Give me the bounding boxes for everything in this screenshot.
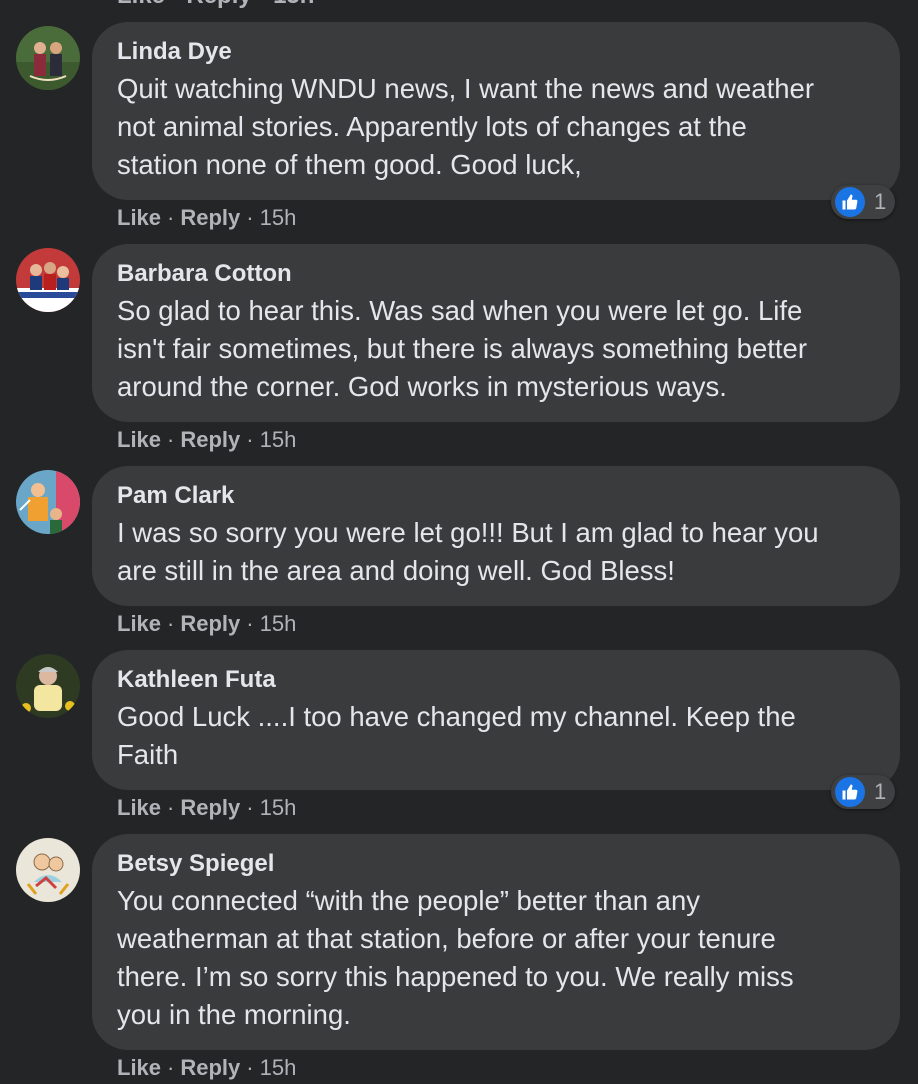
profile-photo xyxy=(16,248,80,312)
reply-link[interactable]: Reply xyxy=(180,611,240,636)
profile-photo xyxy=(16,654,80,718)
comment-bubble: Betsy Spiegel You connected “with the pe… xyxy=(92,834,900,1050)
like-link[interactable]: Like xyxy=(117,205,161,230)
comment-actions: Like · Reply · 15h xyxy=(117,610,296,638)
separator: · xyxy=(246,611,254,636)
comment-actions: Like · Reply · 15h xyxy=(117,794,296,822)
separator: · xyxy=(167,795,175,820)
avatar[interactable] xyxy=(16,26,80,90)
comments-feed: Like · Reply · 15h Linda Dye Quit watchi… xyxy=(0,0,918,1084)
avatar[interactable] xyxy=(16,470,80,534)
comment-bubble: Pam Clark I was so sorry you were let go… xyxy=(92,466,900,606)
reply-link[interactable]: Reply xyxy=(180,205,240,230)
like-link[interactable]: Like xyxy=(117,1055,161,1080)
comment-author[interactable]: Barbara Cotton xyxy=(117,259,876,289)
comment-bubble: Kathleen Futa Good Luck ....I too have c… xyxy=(92,650,900,790)
reply-link[interactable]: Reply xyxy=(180,427,240,452)
comment-text: Good Luck ....I too have changed my chan… xyxy=(117,701,796,770)
thumbs-up-icon xyxy=(835,777,865,807)
comment-time[interactable]: 15h xyxy=(260,427,297,452)
comment-author[interactable]: Linda Dye xyxy=(117,37,876,67)
comment-time: 15h xyxy=(273,0,314,9)
comment-actions: Like · Reply · 15h xyxy=(117,1054,296,1082)
separator: · xyxy=(246,795,254,820)
comment-time[interactable]: 15h xyxy=(260,1055,297,1080)
reaction-count: 1 xyxy=(874,779,887,804)
like-link[interactable]: Like xyxy=(117,427,161,452)
profile-photo xyxy=(16,838,80,902)
like-link[interactable]: Like xyxy=(117,795,161,820)
comment-time[interactable]: 15h xyxy=(260,205,297,230)
comment-text: I was so sorry you were let go!!! But I … xyxy=(117,517,819,586)
comment-actions: Like · Reply · 15h xyxy=(117,426,296,454)
comment-bubble: Barbara Cotton So glad to hear this. Was… xyxy=(92,244,900,422)
comment-bubble: Linda Dye Quit watching WNDU news, I wan… xyxy=(92,22,900,200)
separator: · xyxy=(167,1055,175,1080)
comment-text: So glad to hear this. Was sad when you w… xyxy=(117,295,807,402)
thumbs-up-icon xyxy=(835,187,865,217)
reply-link[interactable]: Reply xyxy=(186,0,251,9)
avatar[interactable] xyxy=(16,838,80,902)
separator: · xyxy=(167,611,175,636)
reply-link[interactable]: Reply xyxy=(180,795,240,820)
comment-time[interactable]: 15h xyxy=(260,611,297,636)
reaction-summary[interactable]: 1 xyxy=(831,185,895,219)
like-link[interactable]: Like xyxy=(117,0,165,9)
avatar[interactable] xyxy=(16,248,80,312)
separator: · xyxy=(246,205,254,230)
separator: · xyxy=(172,0,180,9)
profile-photo xyxy=(16,470,80,534)
profile-photo xyxy=(16,26,80,90)
comment-author[interactable]: Betsy Spiegel xyxy=(117,849,876,879)
separator: · xyxy=(167,427,175,452)
separator: · xyxy=(246,427,254,452)
previous-comment-actions: Like · Reply · 15h xyxy=(117,0,314,10)
reaction-count: 1 xyxy=(874,189,887,214)
comment-text: Quit watching WNDU news, I want the news… xyxy=(117,73,814,180)
like-link[interactable]: Like xyxy=(117,611,161,636)
avatar[interactable] xyxy=(16,654,80,718)
separator: · xyxy=(258,0,266,9)
reply-link[interactable]: Reply xyxy=(180,1055,240,1080)
comment-text: You connected “with the people” better t… xyxy=(117,885,794,1030)
comment-time[interactable]: 15h xyxy=(260,795,297,820)
separator: · xyxy=(167,205,175,230)
comment-actions: Like · Reply · 15h xyxy=(117,204,296,232)
comment-author[interactable]: Kathleen Futa xyxy=(117,665,876,695)
reaction-summary[interactable]: 1 xyxy=(831,775,895,809)
comment-author[interactable]: Pam Clark xyxy=(117,481,876,511)
separator: · xyxy=(246,1055,254,1080)
